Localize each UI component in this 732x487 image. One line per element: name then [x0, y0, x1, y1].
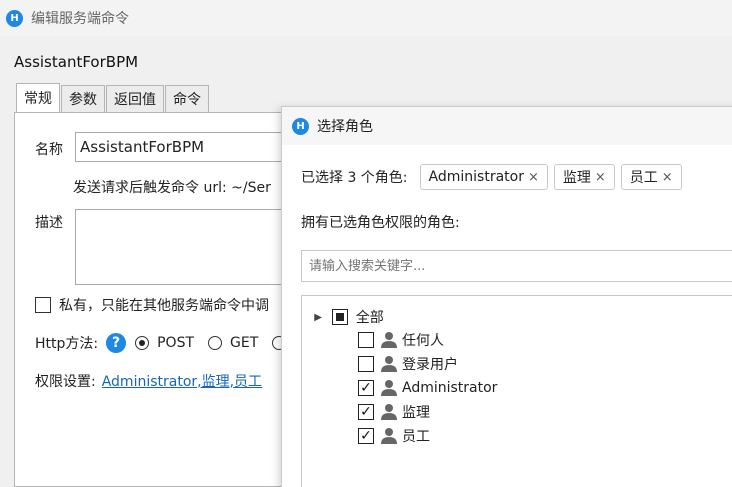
tree-root-row[interactable]: ▲ 全部 — [312, 306, 384, 328]
command-name-heading: AssistantForBPM — [14, 53, 139, 71]
tab-parameters[interactable]: 参数 — [61, 85, 105, 112]
role-chip-label: 监理 — [562, 170, 591, 186]
remove-chip-icon[interactable]: × — [528, 170, 539, 185]
tab-command[interactable]: 命令 — [165, 85, 209, 112]
get-radio[interactable] — [208, 336, 223, 350]
role-checkbox[interactable]: ✓ — [358, 404, 374, 420]
role-checkbox[interactable]: ✓ — [358, 380, 374, 396]
tree-item[interactable]: 登录用户 — [358, 353, 458, 375]
tab-bar: 常规 参数 返回值 命令 — [16, 83, 210, 112]
role-chip: 监理 × — [553, 164, 615, 190]
private-checkbox[interactable] — [35, 297, 51, 313]
role-chip-label: Administrator — [428, 169, 524, 185]
user-icon — [381, 356, 397, 372]
tree-item[interactable]: 任何人 — [358, 329, 444, 351]
roles-with-permission-label: 拥有已选角色权限的角色: — [301, 215, 460, 231]
tree-item[interactable]: ✓ 员工 — [358, 425, 430, 447]
user-icon — [381, 380, 397, 396]
http-method-label: Http方法: — [35, 336, 99, 352]
private-label: 私有，只能在其他服务端命令中调 — [59, 298, 269, 314]
app-logo-icon: H — [6, 9, 23, 27]
dialog-title: 选择角色 — [317, 119, 373, 135]
selected-roles-row: 已选择 3 个角色: Administrator × 监理 × 员工 × — [301, 164, 688, 190]
tab-general[interactable]: 常规 — [16, 83, 60, 112]
window-title-bar: H 编辑服务端命令 — [0, 0, 732, 36]
role-label: 任何人 — [402, 333, 444, 349]
tree-item[interactable]: ✓ 监理 — [358, 401, 430, 423]
remove-chip-icon[interactable]: × — [595, 170, 606, 185]
permission-link[interactable]: Administrator,监理,员工 — [102, 371, 262, 391]
http-method-row: Http方法: ? POST GET — [35, 333, 287, 353]
window-title: 编辑服务端命令 — [31, 11, 129, 27]
role-search-input[interactable] — [301, 250, 732, 282]
url-hint: 发送请求后触发命令 url: ~/Ser — [73, 180, 271, 196]
role-checkbox[interactable] — [358, 356, 374, 372]
help-icon[interactable]: ? — [106, 333, 127, 353]
user-icon — [381, 404, 397, 420]
root-partial-checkbox[interactable] — [331, 309, 348, 325]
role-label: Administrator — [402, 380, 498, 396]
permission-row: 权限设置: Administrator,监理,员工 — [35, 371, 262, 391]
post-radio[interactable] — [135, 336, 150, 350]
role-label: 员工 — [402, 429, 430, 445]
role-chip: 员工 × — [620, 164, 682, 190]
tab-return-value[interactable]: 返回值 — [106, 85, 164, 112]
select-role-dialog: H 选择角色 已选择 3 个角色: Administrator × 监理 × 员… — [281, 106, 732, 487]
post-label: POST — [157, 335, 195, 351]
get-label: GET — [230, 335, 259, 351]
role-chip-label: 员工 — [629, 170, 658, 186]
role-tree: ▲ 全部 任何人 登录用户 ✓ Administrator ✓ 监理 ✓ 员工 — [301, 295, 732, 487]
dialog-title-bar: H 选择角色 — [282, 107, 732, 145]
tree-root-label: 全部 — [355, 310, 384, 326]
user-icon — [381, 428, 397, 444]
permission-label: 权限设置: — [35, 374, 96, 390]
name-label: 名称 — [35, 142, 63, 158]
description-label: 描述 — [35, 215, 63, 231]
dialog-logo-icon: H — [292, 117, 309, 135]
collapse-arrow-icon[interactable]: ▲ — [312, 313, 323, 321]
role-label: 监理 — [402, 405, 430, 421]
general-panel: 名称 AssistantForBPM 发送请求后触发命令 url: ~/Ser … — [14, 112, 335, 487]
private-row: 私有，只能在其他服务端命令中调 — [35, 295, 269, 315]
role-chip: Administrator × — [419, 164, 548, 190]
selected-count-label: 已选择 3 个角色: — [301, 170, 408, 186]
remove-chip-icon[interactable]: × — [662, 170, 673, 185]
user-icon — [381, 332, 397, 348]
tree-item[interactable]: ✓ Administrator — [358, 377, 497, 399]
role-checkbox[interactable] — [358, 332, 374, 348]
role-checkbox[interactable]: ✓ — [358, 428, 374, 444]
role-label: 登录用户 — [402, 357, 458, 373]
